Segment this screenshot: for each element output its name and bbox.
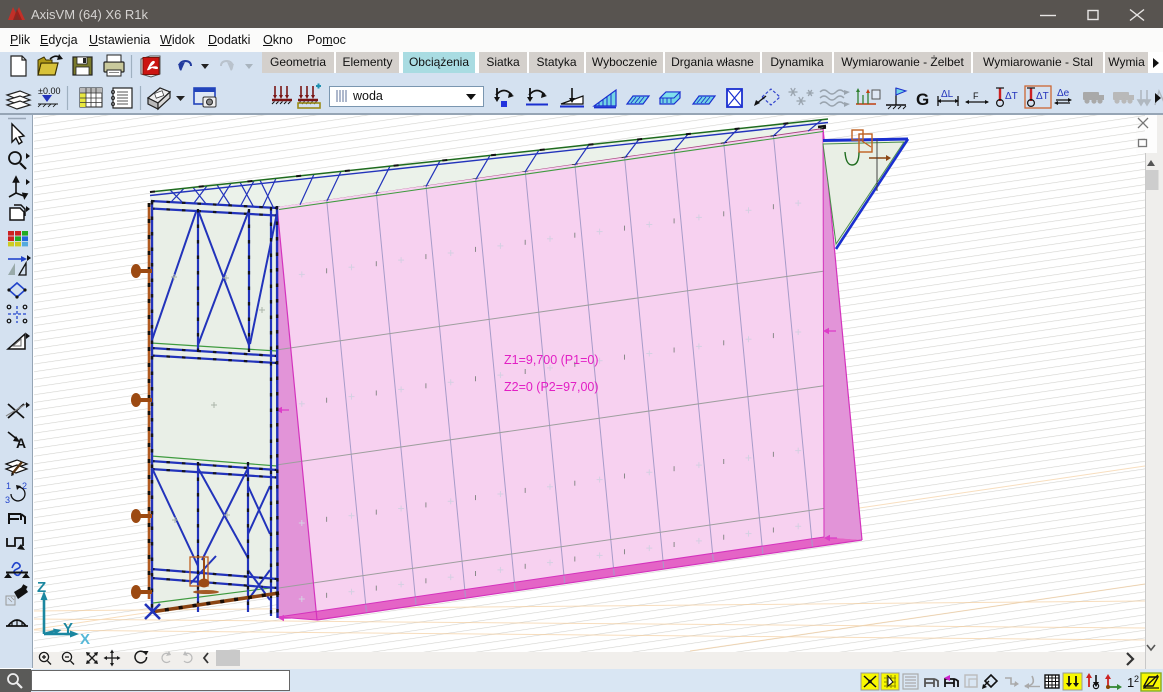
svg-text:F: F (973, 91, 979, 101)
svg-text:A: A (16, 435, 26, 451)
svg-text:ΔT: ΔT (1036, 91, 1049, 102)
svg-text:3: 3 (5, 495, 10, 505)
svg-text:X: X (80, 631, 90, 648)
svg-text:2: 2 (1134, 674, 1139, 684)
svg-text:Z2=0 (P2=97,00): Z2=0 (P2=97,00) (504, 380, 599, 394)
svg-text:Y: Y (63, 620, 73, 637)
svg-text:G: G (916, 90, 929, 109)
svg-text:1: 1 (6, 481, 11, 491)
svg-text:Δe: Δe (1057, 88, 1070, 99)
svg-text:Z: Z (37, 579, 46, 596)
svg-text:ΔL: ΔL (941, 89, 954, 100)
svg-text:±0.00: ±0.00 (38, 86, 60, 96)
svg-text:ΔT: ΔT (1005, 91, 1018, 102)
svg-text:Z1=9,700 (P1=0): Z1=9,700 (P1=0) (504, 353, 599, 367)
